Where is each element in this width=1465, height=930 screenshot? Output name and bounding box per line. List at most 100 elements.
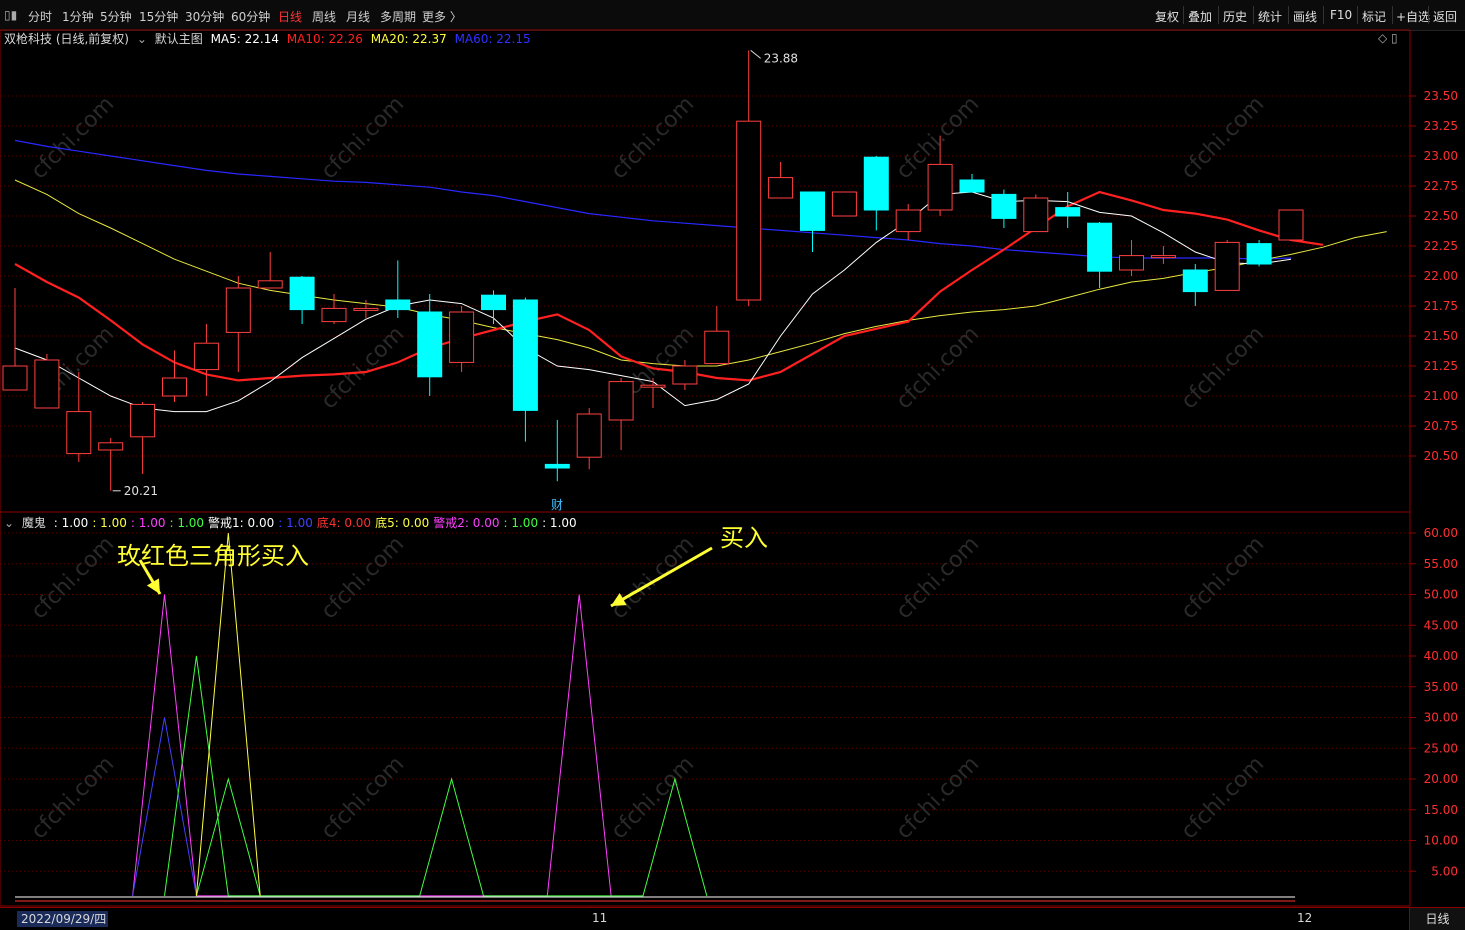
y-tick-label: 5.00 bbox=[1431, 864, 1458, 878]
candle-body bbox=[321, 307, 347, 323]
indicator-line bbox=[195, 777, 261, 896]
high-pointer bbox=[750, 50, 762, 59]
candle-body bbox=[162, 377, 187, 397]
ma20-line bbox=[14, 179, 1387, 367]
y-tick-label: 20.00 bbox=[1424, 772, 1458, 786]
callout-left: 玫红色三角形买入 bbox=[117, 542, 309, 570]
candle-body bbox=[257, 280, 283, 289]
y-tick-label: 21.75 bbox=[1424, 299, 1458, 313]
candle-body bbox=[544, 463, 570, 469]
tick-november: 11 bbox=[592, 911, 608, 925]
watermark-text: cfchi.com bbox=[317, 92, 410, 185]
y-tick-label: 22.00 bbox=[1424, 269, 1458, 283]
y-tick-label: 22.50 bbox=[1424, 209, 1458, 223]
candle-body bbox=[800, 191, 825, 231]
tick-december: 12 bbox=[1297, 911, 1313, 925]
candle-body bbox=[385, 299, 411, 311]
candle-body bbox=[130, 403, 156, 438]
watermark-text: cfchi.com bbox=[607, 92, 700, 185]
y-tick-label: 21.25 bbox=[1424, 359, 1458, 373]
candle-body bbox=[512, 299, 538, 411]
y-tick-label: 40.00 bbox=[1424, 649, 1458, 663]
candle-body bbox=[736, 120, 762, 301]
candle-body bbox=[1023, 197, 1049, 233]
candle-body bbox=[289, 276, 315, 311]
candle-body bbox=[1182, 269, 1208, 293]
candle-body bbox=[672, 365, 698, 385]
candle-body bbox=[576, 413, 602, 458]
candle-body bbox=[608, 381, 634, 421]
candle-body bbox=[225, 287, 251, 333]
y-tick-label: 21.50 bbox=[1424, 329, 1458, 343]
watermark-text: cfchi.com bbox=[27, 92, 120, 185]
candle-body bbox=[353, 307, 379, 311]
candle-body bbox=[449, 311, 475, 363]
candle-body bbox=[193, 342, 219, 371]
candle-body bbox=[991, 193, 1017, 219]
candle-body bbox=[66, 411, 92, 455]
watermark-text: cfchi.com bbox=[892, 532, 985, 625]
candle-body bbox=[768, 177, 794, 199]
candle-body bbox=[34, 359, 60, 409]
watermark-text: cfchi.com bbox=[892, 752, 985, 845]
candle-body bbox=[417, 311, 443, 378]
sub-frame bbox=[0, 511, 1411, 907]
y-tick-label: 45.00 bbox=[1424, 618, 1458, 632]
y-tick-label: 30.00 bbox=[1424, 711, 1458, 725]
indicator-line bbox=[132, 594, 612, 897]
watermark-text: cfchi.com bbox=[607, 752, 700, 845]
indicator-line bbox=[164, 655, 708, 897]
y-tick-label: 60.00 bbox=[1424, 526, 1458, 540]
cursor-date: 2022/09/29/四 bbox=[17, 911, 108, 927]
y-tick-label: 20.50 bbox=[1424, 449, 1458, 463]
period-button[interactable]: 日线 bbox=[1409, 908, 1465, 930]
candle-body bbox=[927, 163, 953, 211]
candle-body bbox=[2, 365, 28, 391]
finance-event-marker: 财 bbox=[551, 498, 563, 512]
candle-body bbox=[1278, 209, 1304, 241]
indicator-line bbox=[195, 532, 261, 896]
candle-body bbox=[863, 156, 889, 211]
y-tick-label: 25.00 bbox=[1424, 741, 1458, 755]
y-tick-label: 20.75 bbox=[1424, 419, 1458, 433]
candle-body bbox=[1150, 255, 1176, 259]
candle-body bbox=[1119, 255, 1144, 271]
candle-body bbox=[1214, 241, 1240, 291]
high-label: 23.88 bbox=[764, 51, 798, 65]
candle-body bbox=[1087, 222, 1113, 272]
candle-body bbox=[640, 384, 666, 388]
y-tick-label: 21.00 bbox=[1424, 389, 1458, 403]
callout-right: 买入 bbox=[720, 524, 768, 552]
candle-body bbox=[959, 179, 985, 193]
candle-body bbox=[1246, 243, 1272, 265]
y-tick-label: 55.00 bbox=[1424, 557, 1458, 571]
watermark-text: cfchi.com bbox=[1177, 322, 1270, 415]
watermark-text: cfchi.com bbox=[317, 322, 410, 415]
y-tick-label: 22.25 bbox=[1424, 239, 1458, 253]
candle-body bbox=[98, 442, 124, 451]
watermark-text: cfchi.com bbox=[1177, 752, 1270, 845]
watermark-text: cfchi.com bbox=[317, 532, 410, 625]
y-tick-label: 35.00 bbox=[1424, 680, 1458, 694]
y-tick-label: 23.50 bbox=[1424, 89, 1458, 103]
watermark-text: cfchi.com bbox=[607, 532, 700, 625]
watermark-text: cfchi.com bbox=[892, 322, 985, 415]
watermark-text: cfchi.com bbox=[317, 752, 410, 845]
watermark-text: cfchi.com bbox=[27, 532, 120, 625]
watermark-text: cfchi.com bbox=[1177, 532, 1270, 625]
y-tick-label: 22.75 bbox=[1424, 179, 1458, 193]
kline-chart[interactable]: cfchi.com cfchi.com cfchi.com cfchi.com cfch… bbox=[0, 0, 1465, 907]
candle-body bbox=[895, 209, 921, 233]
low-label: 20.21 bbox=[124, 484, 158, 498]
candle-body bbox=[481, 294, 506, 311]
y-tick-label: 23.25 bbox=[1424, 119, 1458, 133]
candle-body bbox=[831, 191, 857, 217]
candle-body bbox=[704, 330, 730, 365]
y-tick-label: 50.00 bbox=[1424, 588, 1458, 602]
watermark-text: cfchi.com bbox=[1177, 92, 1270, 185]
y-tick-label: 23.00 bbox=[1424, 149, 1458, 163]
candle-body bbox=[1055, 207, 1081, 217]
y-tick-label: 15.00 bbox=[1424, 803, 1458, 817]
watermark-text: cfchi.com bbox=[27, 752, 120, 845]
time-axis-bar: 2022/09/29/四 11 12 日线 bbox=[0, 907, 1465, 930]
